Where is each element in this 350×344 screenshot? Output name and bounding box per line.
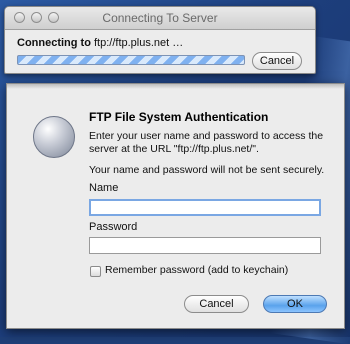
ok-button[interactable]: OK: [263, 295, 327, 313]
dialog-title: FTP File System Authentication: [89, 110, 269, 124]
password-label: Password: [89, 221, 138, 233]
connecting-window: Connecting To Server Connecting to ftp:/…: [4, 6, 316, 74]
cancel-button[interactable]: Cancel: [184, 295, 249, 313]
window-titlebar[interactable]: Connecting To Server: [5, 7, 315, 30]
connection-status-prefix: Connecting to: [17, 37, 91, 49]
connection-status: Connecting to ftp://ftp.plus.net …: [17, 37, 183, 49]
connecting-cancel-button[interactable]: Cancel: [252, 52, 302, 70]
remember-password-checkbox[interactable]: [90, 266, 101, 277]
name-label: Name: [89, 182, 119, 194]
authentication-dialog: FTP File System Authentication Enter you…: [6, 83, 345, 329]
password-field[interactable]: [89, 237, 321, 254]
connection-url: ftp://ftp.plus.net …: [94, 37, 184, 49]
dialog-description: Enter your user name and password to acc…: [89, 130, 324, 155]
connection-progress-bar: [17, 55, 245, 65]
remember-password-label[interactable]: Remember password (add to keychain): [105, 264, 288, 276]
security-warning: Your name and password will not be sent …: [89, 164, 325, 176]
network-globe-icon: [33, 116, 75, 158]
sheet-shadow: [7, 84, 344, 89]
name-field[interactable]: [89, 199, 321, 216]
window-title: Connecting To Server: [102, 11, 218, 25]
